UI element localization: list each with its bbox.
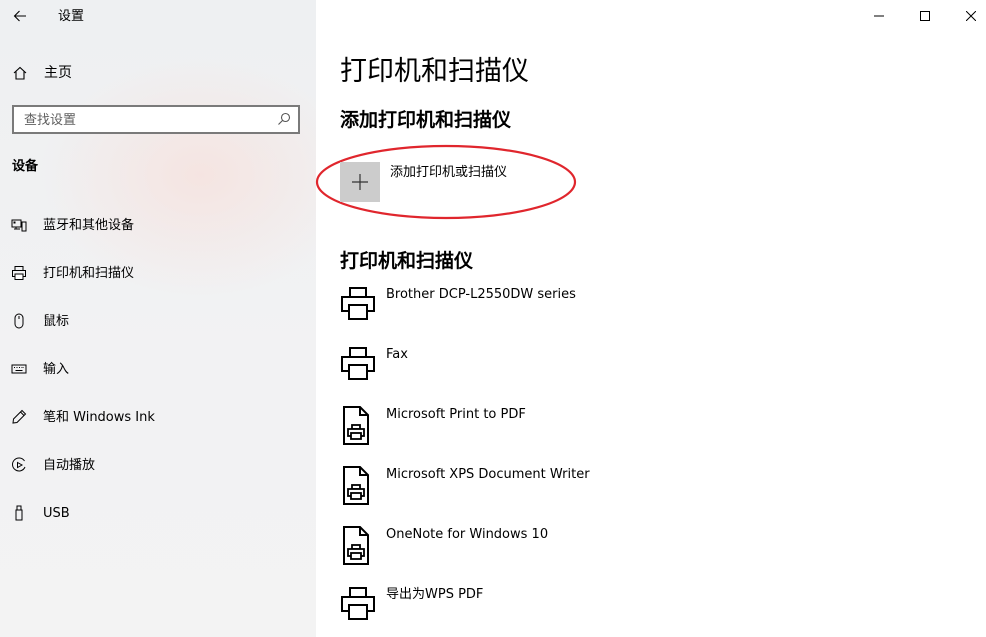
add-printer-label: 添加打印机或扫描仪 — [390, 165, 508, 180]
sidebar: 设置 主页 设备 蓝牙和其他设备 — [0, 0, 316, 637]
device-item[interactable]: Microsoft XPS Document Writer — [340, 466, 840, 518]
page-title: 打印机和扫描仪 — [340, 56, 529, 87]
device-name: Fax — [386, 347, 408, 362]
printer-icon — [341, 347, 375, 380]
add-section-title: 添加打印机和扫描仪 — [340, 109, 512, 131]
sidebar-item-printers[interactable]: 打印机和扫描仪 — [0, 253, 316, 293]
usb-icon — [11, 505, 27, 521]
maximize-button[interactable] — [902, 0, 948, 32]
sidebar-item-usb[interactable]: USB — [0, 493, 316, 533]
printer-list-title: 打印机和扫描仪 — [340, 250, 474, 272]
printer-icon — [341, 287, 375, 320]
minimize-icon — [874, 15, 884, 17]
main-panel: 打印机和扫描仪 添加打印机和扫描仪 添加打印机或扫描仪 打印机和扫描仪 Brot… — [315, 0, 986, 637]
document-printer-icon — [343, 526, 369, 565]
sidebar-item-label: 鼠标 — [43, 314, 70, 329]
sidebar-item-label: 自动播放 — [43, 458, 96, 473]
maximize-icon — [920, 11, 930, 21]
device-name: OneNote for Windows 10 — [386, 527, 549, 542]
device-item[interactable]: Microsoft Print to PDF — [340, 406, 840, 458]
search-icon[interactable] — [277, 112, 291, 126]
autoplay-icon — [11, 457, 27, 473]
sidebar-item-pen[interactable]: 笔和 Windows Ink — [0, 397, 316, 437]
plus-icon — [352, 174, 368, 190]
add-printer-button[interactable]: 添加打印机或扫描仪 — [340, 162, 580, 202]
search-input[interactable] — [24, 111, 264, 129]
sidebar-item-label: 蓝牙和其他设备 — [43, 218, 135, 233]
section-title: 设备 — [12, 159, 39, 174]
add-tile[interactable] — [340, 162, 380, 202]
minimize-button[interactable] — [856, 0, 902, 32]
device-name: Microsoft Print to PDF — [386, 407, 526, 422]
back-arrow-icon — [13, 10, 26, 22]
sidebar-item-label: 打印机和扫描仪 — [43, 266, 135, 281]
device-name: Microsoft XPS Document Writer — [386, 467, 590, 482]
sidebar-item-mouse[interactable]: 鼠标 — [0, 301, 316, 341]
sidebar-item-label: USB — [43, 506, 70, 521]
device-name: 导出为WPS PDF — [386, 587, 484, 602]
device-item[interactable]: Brother DCP-L2550DW series — [340, 286, 840, 338]
device-item[interactable]: Fax — [340, 346, 840, 398]
bluetooth-devices-icon — [11, 217, 27, 233]
app-title: 设置 — [58, 9, 85, 24]
back-button[interactable] — [8, 4, 32, 28]
sidebar-item-bluetooth[interactable]: 蓝牙和其他设备 — [0, 205, 316, 245]
home-icon — [13, 66, 27, 80]
keyboard-icon — [11, 361, 27, 377]
device-item[interactable]: OneNote for Windows 10 — [340, 526, 840, 578]
sidebar-item-label: 笔和 Windows Ink — [43, 410, 155, 425]
title-bar-left: 设置 — [0, 0, 316, 32]
printer-icon — [11, 265, 27, 281]
document-printer-icon — [343, 466, 369, 505]
home-label: 主页 — [44, 65, 72, 81]
search-box[interactable] — [12, 105, 300, 134]
close-icon — [966, 11, 976, 21]
close-button[interactable] — [948, 0, 986, 32]
sidebar-item-autoplay[interactable]: 自动播放 — [0, 445, 316, 485]
home-nav-item[interactable]: 主页 — [0, 58, 316, 88]
device-item[interactable]: 导出为WPS PDF — [340, 586, 840, 637]
pen-icon — [11, 409, 27, 425]
document-printer-icon — [343, 406, 369, 445]
device-name: Brother DCP-L2550DW series — [386, 287, 576, 302]
mouse-icon — [11, 313, 27, 329]
printer-icon — [341, 587, 375, 620]
sidebar-item-typing[interactable]: 输入 — [0, 349, 316, 389]
sidebar-item-label: 输入 — [43, 362, 70, 377]
